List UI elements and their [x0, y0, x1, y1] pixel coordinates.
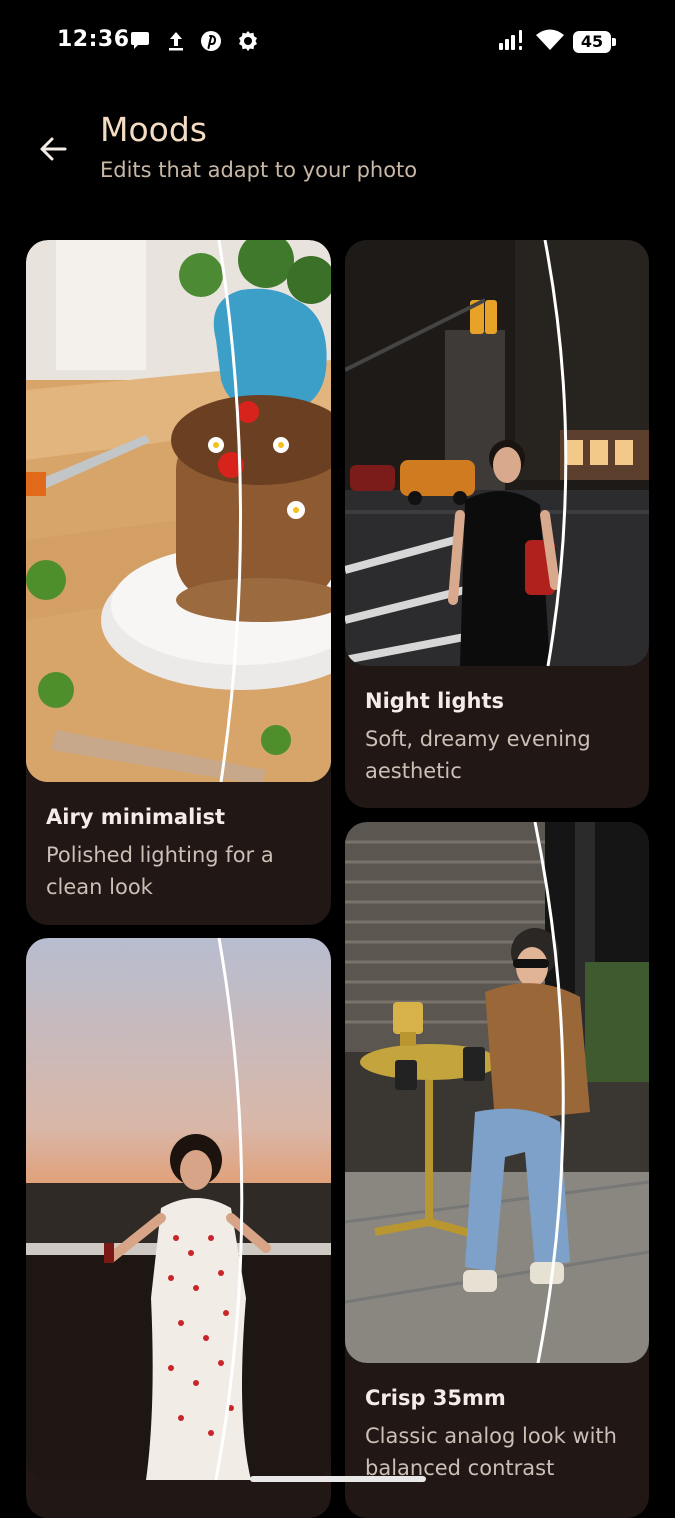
arrow-left-icon — [40, 137, 67, 161]
wifi-icon — [536, 29, 564, 50]
mood-title: Airy minimalist — [46, 805, 226, 829]
message-bubble-icon — [131, 32, 149, 49]
mood-card-night-lights[interactable]: Night lights Soft, dreamy evening aesthe… — [345, 240, 649, 808]
mood-card-airy-minimalist[interactable]: Airy minimalist Polished lighting for a … — [26, 240, 331, 925]
page-title: Moods — [100, 110, 207, 149]
mood-preview-image — [345, 822, 649, 1363]
mood-description: Classic analog look with balanced contra… — [365, 1424, 617, 1480]
battery-icon: 45 — [573, 31, 616, 53]
pinterest-icon — [201, 31, 221, 51]
settings-gear-icon — [239, 31, 257, 51]
back-button[interactable] — [30, 126, 76, 172]
mood-title: Night lights — [365, 689, 505, 713]
upload-icon — [169, 32, 183, 51]
page-header: Moods Edits that adapt to your photo — [0, 100, 675, 210]
mood-card-sunset[interactable] — [26, 938, 331, 1518]
mood-description: Polished lighting for a clean look — [46, 843, 274, 899]
status-time: 12:36 — [57, 27, 130, 52]
mood-card-crisp-35mm[interactable]: Crisp 35mm Classic analog look with bala… — [345, 822, 649, 1518]
signal-icon — [499, 30, 522, 50]
mood-description: Soft, dreamy evening aesthetic — [365, 727, 591, 783]
mood-preview-image — [26, 938, 331, 1480]
mood-title: Crisp 35mm — [365, 1386, 506, 1410]
home-indicator[interactable] — [250, 1476, 426, 1482]
status-bar: 12:36 45 — [0, 0, 675, 84]
mood-preview-image — [345, 240, 649, 666]
battery-level: 45 — [580, 32, 604, 51]
page-subtitle: Edits that adapt to your photo — [100, 158, 418, 182]
mood-preview-image — [26, 240, 331, 782]
